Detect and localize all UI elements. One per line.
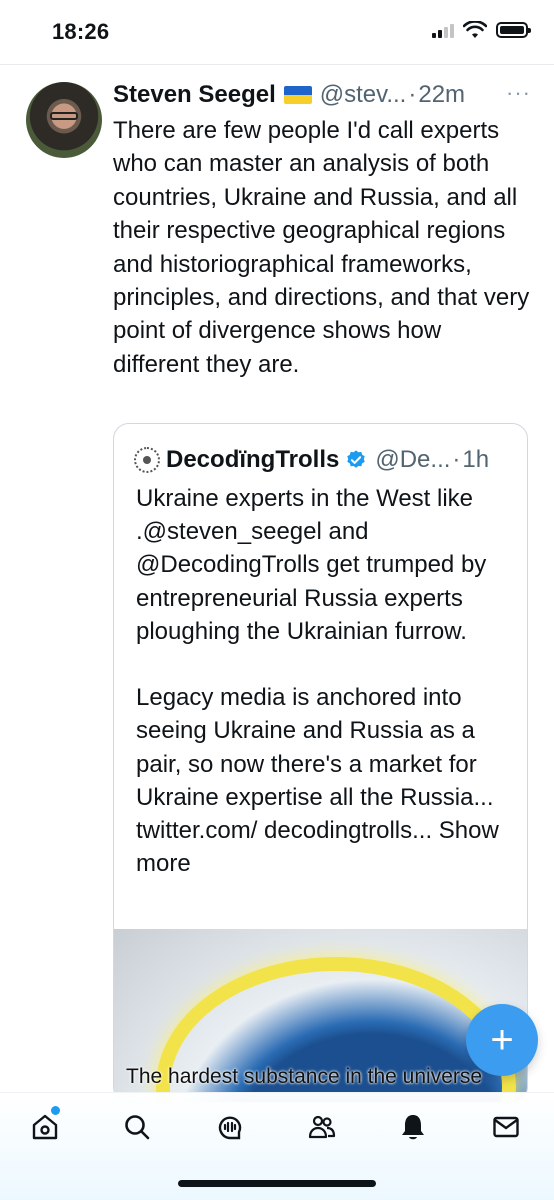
notifications-icon (402, 1115, 424, 1140)
author-handle[interactable]: @stev... (320, 81, 407, 109)
status-time: 18:26 (52, 19, 110, 44)
tweet-header: Steven Seegel @stev... · 22m (113, 78, 533, 112)
spaces-icon (218, 1116, 242, 1140)
quote-time[interactable]: 1h (462, 446, 489, 474)
nav-messages[interactable] (486, 1107, 526, 1147)
quote-paragraph-2: Legacy media is anchored into seeing Ukr… (136, 681, 514, 880)
quoted-tweet[interactable]: DecodïngTrolls @De... · 1h Ukraine exper… (113, 423, 528, 1103)
messages-icon (493, 1116, 519, 1138)
nav-search[interactable] (117, 1107, 157, 1147)
quote-paragraph-1: Ukraine experts in the West like .@steve… (136, 485, 487, 645)
separator: · (408, 81, 417, 108)
more-options-icon[interactable]: ··· (506, 80, 531, 106)
cellular-signal-icon (432, 22, 454, 38)
verified-badge-icon (347, 450, 366, 468)
wifi-icon (463, 21, 487, 38)
quote-avatar[interactable] (134, 447, 160, 473)
ukraine-flag-icon (283, 86, 312, 104)
unread-dot (51, 1106, 60, 1115)
nav-communities[interactable] (302, 1107, 342, 1147)
search-icon (125, 1115, 150, 1140)
quote-header: DecodïngTrolls @De... · 1h (134, 444, 489, 476)
avatar[interactable] (26, 82, 102, 158)
communities-icon (308, 1115, 336, 1139)
plus-icon: + (490, 1018, 514, 1062)
home-icon (32, 1114, 58, 1140)
quote-author-name[interactable]: DecodïngTrolls (166, 446, 339, 474)
divider (0, 64, 554, 65)
nav-spaces[interactable] (210, 1107, 250, 1147)
home-indicator[interactable] (178, 1180, 376, 1187)
battery-icon (496, 22, 531, 38)
media-caption: The hardest substance in the universe (126, 1065, 483, 1088)
tweet-time[interactable]: 22m (418, 81, 465, 109)
quote-text: Ukraine experts in the West like .@steve… (136, 482, 514, 880)
nav-notifications[interactable] (393, 1107, 433, 1147)
tweet-text: There are few people I'd call experts wh… (113, 117, 530, 378)
status-icons (432, 21, 531, 39)
compose-button[interactable]: + (466, 1004, 538, 1076)
status-bar: 18:26 (0, 0, 554, 62)
author-name[interactable]: Steven Seegel (113, 81, 276, 109)
separator: · (452, 446, 461, 473)
quote-author-handle[interactable]: @De... (375, 446, 450, 474)
quote-media-image[interactable]: The hardest substance in the universe (114, 929, 527, 1102)
nav-home[interactable] (25, 1106, 65, 1147)
